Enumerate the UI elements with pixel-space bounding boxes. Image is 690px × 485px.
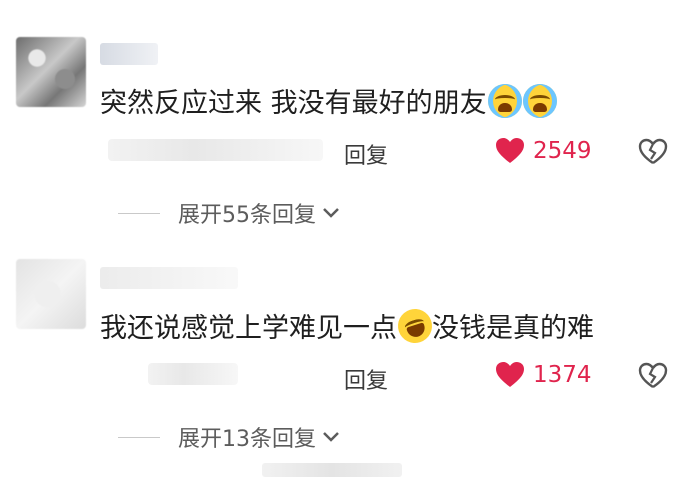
rolling-laughing-emoji [393,304,437,348]
like-button[interactable]: 2549 [495,137,592,164]
broken-heart-icon[interactable] [638,362,668,389]
broken-heart-icon[interactable] [638,138,668,165]
avatar[interactable] [16,37,86,107]
crying-face-emoji [522,84,557,118]
expand-replies[interactable]: 展开55条回复 [118,197,340,229]
watermark-blurred [262,463,402,477]
avatar[interactable] [16,259,86,329]
comment-text-body: 我还说感觉上学难见一点 [100,313,397,344]
comment-text: 突然反应过来 我没有最好的朋友 [100,84,557,122]
username-blurred[interactable] [100,43,158,65]
comment-text-tail: 没钱是真的难 [432,313,594,344]
expand-replies[interactable]: 展开13条回复 [118,421,340,453]
comment-text-body: 突然反应过来 我没有最好的朋友 [100,88,487,119]
comment-item: 突然反应过来 我没有最好的朋友 回复 2549 展开55条回复 [0,0,690,255]
comment-text: 我还说感觉上学难见一点 没钱是真的难 [100,304,594,348]
chevron-down-icon [322,207,340,219]
reply-button[interactable]: 回复 [344,363,388,395]
divider-line [118,436,160,438]
username-blurred[interactable] [100,267,238,289]
divider-line [118,212,160,214]
heart-icon [496,362,524,387]
like-count: 1374 [533,361,592,388]
chevron-down-icon [322,431,340,443]
timestamp-blurred [108,139,323,161]
like-button[interactable]: 1374 [495,361,592,388]
expand-replies-label: 展开55条回复 [178,203,316,228]
timestamp-blurred [148,363,238,385]
reply-button[interactable]: 回复 [344,138,388,170]
expand-replies-label: 展开13条回复 [178,427,316,452]
crying-face-emoji [487,84,522,118]
comment-item: 我还说感觉上学难见一点 没钱是真的难 回复 1374 展开13条回复 [0,255,690,485]
heart-icon [496,138,524,163]
like-count: 2549 [533,137,592,164]
